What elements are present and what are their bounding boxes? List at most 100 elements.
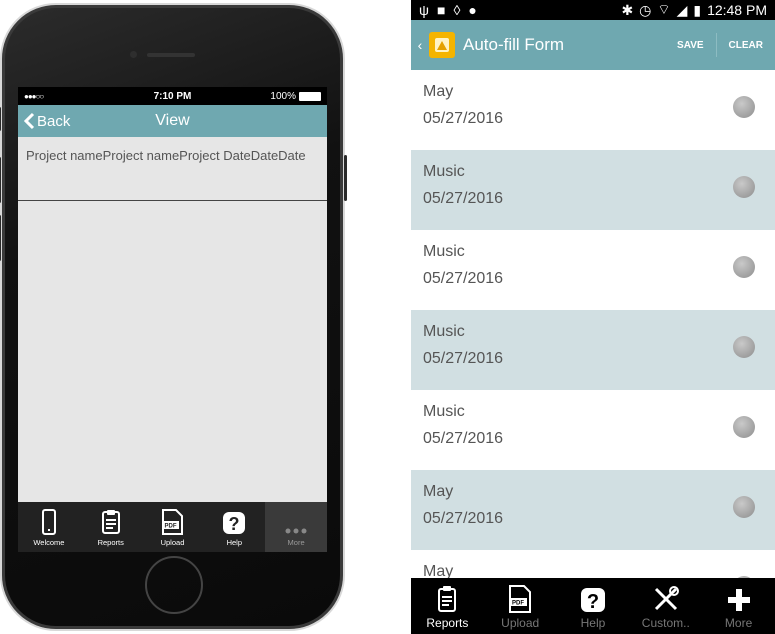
item-name: Music bbox=[423, 243, 465, 260]
item-date: 05/27/2016 bbox=[423, 430, 504, 447]
stage: ●●●○○ 7:10 PM 100% Back View Project nam… bbox=[0, 0, 775, 634]
svg-text:PDF: PDF bbox=[165, 524, 177, 530]
tab-reports[interactable]: Reports bbox=[80, 502, 142, 552]
item-date: 05/27/2016 bbox=[423, 110, 504, 127]
earpiece-speaker bbox=[147, 53, 195, 57]
form-list: May 05/27/2016 Music 05/27/2016 Music 05… bbox=[411, 70, 775, 630]
list-item[interactable]: Music 05/27/2016 bbox=[411, 310, 775, 390]
android-screen: ψ ■ ◊ ● ✱ ◷ ⌔ ◢ ▮ 12:48 PM ‹ Auto-fill F… bbox=[411, 0, 775, 634]
svg-text:?: ? bbox=[587, 591, 599, 613]
tab-label: More bbox=[724, 616, 753, 630]
tab-label: Upload bbox=[501, 616, 540, 630]
tab-label: Welcome bbox=[33, 538, 65, 547]
chat-icon: ● bbox=[468, 2, 477, 18]
list-item[interactable]: Music 05/27/2016 bbox=[411, 230, 775, 310]
clipboard-icon bbox=[101, 510, 120, 534]
alarm-icon: ◷ bbox=[639, 1, 652, 18]
list-item[interactable]: Music 05/27/2016 bbox=[411, 150, 775, 230]
ios-nav-bar: Back View bbox=[18, 105, 327, 137]
item-name: Music bbox=[423, 163, 465, 180]
list-item[interactable]: May 05/27/2016 bbox=[411, 70, 775, 150]
bluetooth-icon: ✱ bbox=[621, 1, 634, 18]
back-button[interactable]: Back bbox=[18, 112, 70, 130]
mute-switch bbox=[0, 107, 1, 131]
system-icons: ✱ ◷ ⌔ ◢ ▮ 12:48 PM bbox=[621, 1, 767, 19]
app-title: Auto-fill Form bbox=[463, 35, 565, 54]
radio-button[interactable] bbox=[733, 336, 755, 358]
pdf-icon: PDF bbox=[162, 509, 184, 535]
tab-help[interactable]: ? Help bbox=[203, 502, 265, 552]
project-detail-text: Project nameProject nameProject DateDate… bbox=[26, 148, 306, 163]
media-icon: ■ bbox=[436, 2, 446, 18]
clipboard-icon bbox=[438, 586, 457, 612]
android-status-bar: ψ ■ ◊ ● ✱ ◷ ⌔ ◢ ▮ 12:48 PM bbox=[411, 0, 775, 20]
project-detail-row[interactable]: Project nameProject nameProject DateDate… bbox=[18, 137, 327, 201]
tab-custom[interactable]: Custom.. bbox=[629, 578, 702, 634]
ios-tab-bar: Welcome Reports PDF Upload ? Help More bbox=[18, 502, 327, 552]
battery-icon: ▮ bbox=[693, 1, 702, 18]
signal-icon: ◢ bbox=[676, 1, 688, 18]
app-logo-icon bbox=[429, 32, 455, 58]
item-name: May bbox=[423, 83, 454, 100]
phone-icon bbox=[41, 509, 56, 535]
save-button[interactable]: SAVE bbox=[677, 40, 704, 51]
up-navigation-icon[interactable]: ‹ bbox=[411, 37, 429, 53]
tools-icon bbox=[654, 586, 679, 611]
tab-welcome[interactable]: Welcome bbox=[18, 502, 80, 552]
radio-button[interactable] bbox=[733, 96, 755, 118]
iphone-device-frame: ●●●○○ 7:10 PM 100% Back View Project nam… bbox=[0, 3, 347, 631]
android-tab-bar: Reports PDF Upload ? Help Custom.. More bbox=[411, 578, 775, 634]
more-icon bbox=[285, 528, 307, 534]
tab-upload[interactable]: PDF Upload bbox=[484, 578, 557, 634]
android-app-bar: ‹ Auto-fill Form SAVE CLEAR bbox=[411, 20, 775, 70]
item-date: 05/27/2016 bbox=[423, 270, 504, 287]
tab-label: Help bbox=[580, 616, 606, 630]
help-icon: ? bbox=[223, 512, 246, 534]
item-name: Music bbox=[423, 323, 465, 340]
tab-upload[interactable]: PDF Upload bbox=[142, 502, 204, 552]
front-camera bbox=[130, 51, 137, 58]
volume-up-button bbox=[0, 157, 1, 203]
power-button bbox=[344, 155, 347, 201]
action-divider bbox=[715, 33, 717, 57]
radio-button[interactable] bbox=[733, 496, 755, 518]
help-icon: ? bbox=[580, 588, 605, 613]
item-name: Music bbox=[423, 403, 465, 420]
plus-icon bbox=[727, 589, 750, 611]
tab-more[interactable]: More bbox=[265, 502, 327, 552]
status-time: 7:10 PM bbox=[153, 90, 192, 102]
item-date: 05/27/2016 bbox=[423, 510, 504, 527]
clear-button[interactable]: CLEAR bbox=[729, 40, 763, 51]
svg-text:PDF: PDF bbox=[512, 601, 524, 607]
list-item[interactable]: May 05/27/2016 bbox=[411, 470, 775, 550]
tab-reports[interactable]: Reports bbox=[411, 578, 484, 634]
tab-label: More bbox=[287, 538, 305, 547]
notification-icons: ψ ■ ◊ ● bbox=[419, 2, 477, 18]
tab-label: Custom.. bbox=[641, 616, 690, 630]
chevron-left-icon bbox=[24, 112, 35, 130]
radio-button[interactable] bbox=[733, 256, 755, 278]
radio-button[interactable] bbox=[733, 416, 755, 438]
status-time: 12:48 PM bbox=[707, 2, 767, 18]
tab-help[interactable]: ? Help bbox=[557, 578, 630, 634]
item-name: May bbox=[423, 483, 454, 500]
radio-button[interactable] bbox=[733, 176, 755, 198]
sync-icon: ◊ bbox=[453, 2, 461, 18]
list-item[interactable]: Music 05/27/2016 bbox=[411, 390, 775, 470]
ios-screen: ●●●○○ 7:10 PM 100% Back View Project nam… bbox=[18, 87, 327, 552]
tab-label: Help bbox=[226, 538, 242, 547]
ios-status-bar: ●●●○○ 7:10 PM 100% bbox=[18, 87, 327, 105]
tab-label: Upload bbox=[160, 538, 185, 547]
tab-label: Reports bbox=[426, 616, 469, 630]
item-date: 05/27/2016 bbox=[423, 190, 504, 207]
svg-text:?: ? bbox=[229, 514, 240, 534]
home-button bbox=[145, 556, 203, 614]
pdf-icon: PDF bbox=[509, 585, 532, 613]
back-label: Back bbox=[37, 112, 71, 130]
tab-label: Reports bbox=[97, 538, 124, 547]
wifi-icon: ⌔ bbox=[657, 1, 671, 17]
volume-down-button bbox=[0, 215, 1, 261]
item-date: 05/27/2016 bbox=[423, 350, 504, 367]
tab-more[interactable]: More bbox=[702, 578, 775, 634]
usb-icon: ψ bbox=[419, 2, 429, 18]
